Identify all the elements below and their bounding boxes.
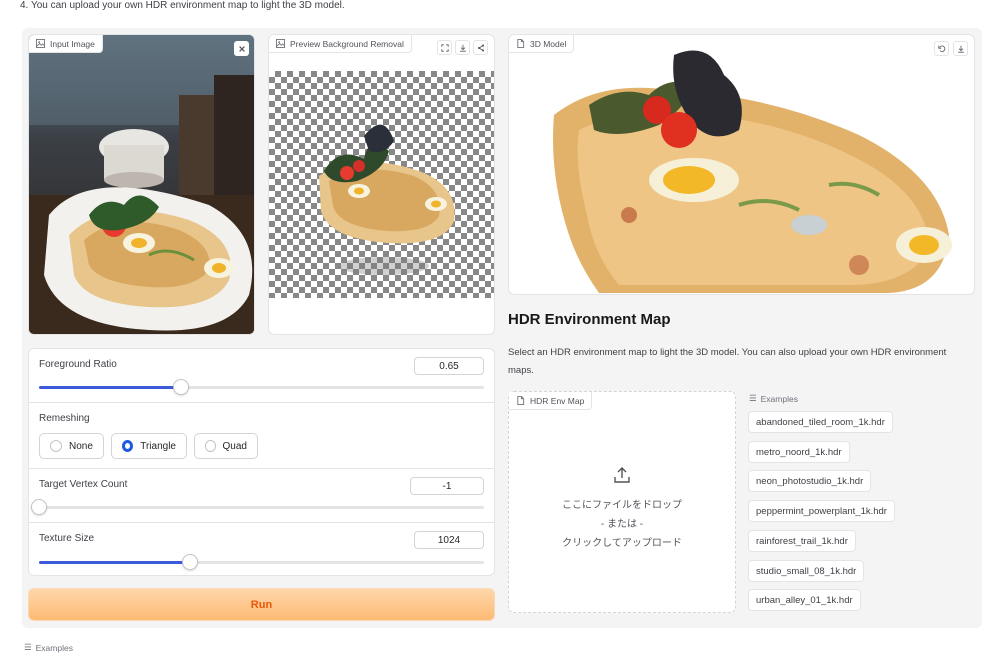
run-button[interactable]: Run <box>28 588 495 621</box>
foreground-ratio-slider[interactable] <box>39 379 484 395</box>
upload-icon <box>614 467 630 483</box>
drop-text-1: ここにファイルをドロップ <box>562 500 682 511</box>
input-image-panel[interactable]: Input Image <box>28 34 255 335</box>
hdr-env-tag: HDR Env Map <box>509 392 593 410</box>
hdr-env-label: HDR Env Map <box>530 395 585 406</box>
texture-size-thumb[interactable] <box>182 554 199 570</box>
radio-quad[interactable] <box>205 440 216 452</box>
example-chip[interactable]: urban_alley_01_1k.hdr <box>748 589 861 611</box>
target-vertex-row: Target Vertex Count -1 <box>29 469 494 523</box>
foreground-ratio-thumb[interactable] <box>173 379 190 395</box>
hdr-title: HDR Environment Map <box>508 311 671 328</box>
fullscreen-icon[interactable] <box>437 40 452 55</box>
hdr-examples-text: Examples <box>760 393 798 404</box>
texture-size-slider[interactable] <box>39 554 484 570</box>
model-3d-tag: 3D Model <box>509 35 575 53</box>
example-chip[interactable]: studio_small_08_1k.hdr <box>748 560 865 582</box>
model-3d-panel[interactable]: 3D Model <box>508 34 975 295</box>
close-icon[interactable] <box>234 41 249 56</box>
remesh-quad-label: Quad <box>222 440 247 452</box>
download-icon[interactable] <box>455 40 470 55</box>
input-image-label: Input Image <box>50 38 95 49</box>
list-icon: ☰ <box>24 642 32 652</box>
foreground-ratio-fill <box>39 386 182 389</box>
drop-text-3: クリックしてアップロード <box>562 538 682 549</box>
undo-icon[interactable] <box>934 41 949 56</box>
foreground-ratio-input[interactable]: 0.65 <box>414 357 484 375</box>
foreground-ratio-row: Foreground Ratio 0.65 <box>29 349 494 403</box>
hdr-examples-label: ☰ Examples <box>749 393 798 404</box>
target-vertex-label: Target Vertex Count <box>39 479 128 490</box>
model-3d-label: 3D Model <box>530 38 567 49</box>
remesh-triangle-label: Triangle <box>140 440 176 452</box>
list-icon: ☰ <box>749 393 757 403</box>
3d-model-render <box>553 50 952 294</box>
foreground-ratio-label: Foreground Ratio <box>39 359 117 370</box>
remesh-none-label: None <box>69 440 93 452</box>
remeshing-options: None Triangle Quad <box>39 433 479 459</box>
remesh-option-triangle[interactable]: Triangle <box>111 433 187 459</box>
target-vertex-input[interactable]: -1 <box>410 477 484 495</box>
drop-text-2: - または - <box>600 519 644 530</box>
texture-size-row: Texture Size 1024 <box>29 523 494 577</box>
example-chip[interactable]: peppermint_powerplant_1k.hdr <box>748 500 895 522</box>
radio-none[interactable] <box>50 440 62 452</box>
share-icon[interactable] <box>473 40 488 55</box>
remeshing-label: Remeshing <box>39 413 90 424</box>
settings-panel: Foreground Ratio 0.65 Remeshing None Tri… <box>28 348 495 576</box>
example-chip[interactable]: metro_noord_1k.hdr <box>748 441 850 463</box>
example-chip[interactable]: abandoned_tiled_room_1k.hdr <box>748 411 893 433</box>
image-icon <box>276 39 285 48</box>
example-chip[interactable]: neon_photostudio_1k.hdr <box>748 470 872 492</box>
example-chip[interactable]: rainforest_trail_1k.hdr <box>748 530 856 552</box>
bottom-examples-text: Examples <box>35 642 73 653</box>
file-icon <box>517 39 525 48</box>
remesh-option-none[interactable]: None <box>39 433 104 459</box>
texture-size-input[interactable]: 1024 <box>414 531 484 549</box>
preview-label: Preview Background Removal <box>290 38 404 49</box>
input-image-tag: Input Image <box>29 35 103 53</box>
remesh-option-quad[interactable]: Quad <box>194 433 258 459</box>
download-icon[interactable] <box>953 41 968 56</box>
bottom-examples-label: ☰ Examples <box>24 642 73 653</box>
preview-panel: Preview Background Removal <box>268 34 495 335</box>
texture-size-label: Texture Size <box>39 533 95 544</box>
image-icon <box>36 39 45 48</box>
hdr-description: Select an HDR environment map to light t… <box>508 347 947 376</box>
target-vertex-slider[interactable] <box>31 499 484 515</box>
target-vertex-thumb[interactable] <box>31 499 47 515</box>
file-icon <box>517 396 525 405</box>
top-note: 4. You can upload your own HDR environme… <box>20 0 345 11</box>
preview-food-cutout <box>319 124 455 275</box>
preview-tag: Preview Background Removal <box>269 35 412 53</box>
hdr-upload-dropzone[interactable]: HDR Env Map ここにファイルをドロップ - または - クリックしてア… <box>508 391 736 613</box>
radio-triangle[interactable] <box>122 440 134 452</box>
input-food-photo <box>29 35 254 334</box>
texture-size-fill <box>39 561 191 564</box>
remeshing-row: Remeshing None Triangle Quad <box>29 403 494 469</box>
